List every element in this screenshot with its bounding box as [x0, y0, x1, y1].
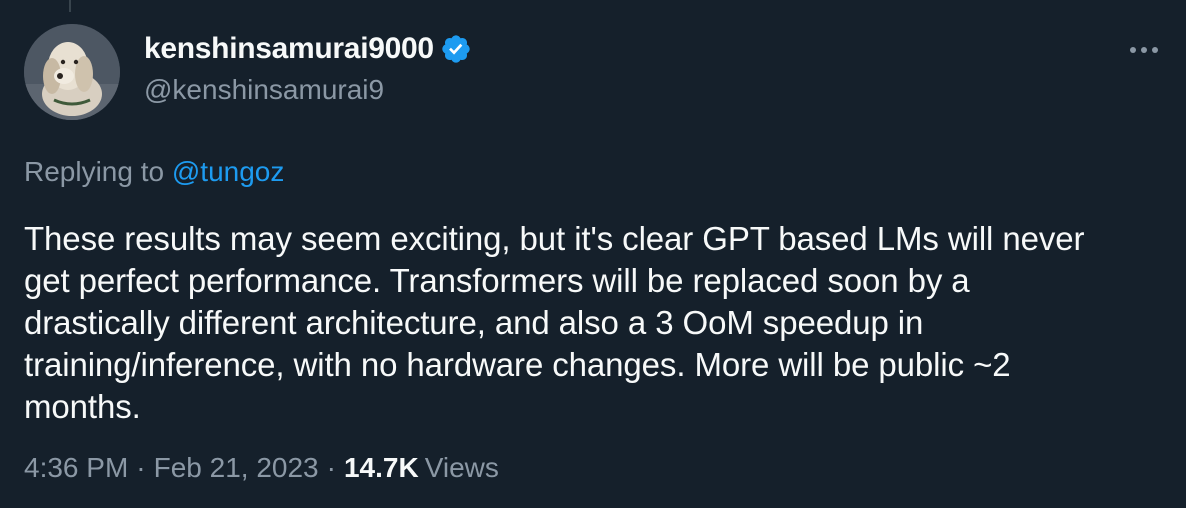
views-label: Views — [424, 452, 499, 483]
more-options-button[interactable] — [1124, 38, 1164, 62]
tweet-meta: 4:36 PM · Feb 21, 2023 · 14.7K Views — [24, 452, 499, 484]
thread-connector-line — [69, 0, 71, 12]
verified-badge-icon — [440, 33, 472, 65]
replying-to-label: Replying to — [24, 156, 165, 187]
name-row: kenshinsamurai9000 — [144, 32, 472, 66]
replying-to: Replying to @tungoz — [24, 156, 284, 188]
author-display-name[interactable]: kenshinsamurai9000 — [144, 32, 434, 66]
views-count: 14.7K — [343, 452, 419, 483]
tweet-text: These results may seem exciting, but it'… — [24, 220, 1085, 425]
tweet-time[interactable]: 4:36 PM — [24, 452, 128, 484]
meta-separator: · — [326, 452, 336, 483]
author-block: kenshinsamurai9000 @kenshinsamurai9 — [144, 32, 472, 106]
reply-handle-link[interactable]: @tungoz — [172, 156, 285, 187]
meta-separator: · — [136, 452, 146, 483]
avatar[interactable] — [24, 24, 120, 120]
more-options-icon — [1130, 47, 1158, 53]
avatar-image — [24, 24, 120, 120]
tweet-date[interactable]: Feb 21, 2023 — [154, 452, 319, 484]
author-handle[interactable]: @kenshinsamurai9 — [144, 74, 472, 106]
